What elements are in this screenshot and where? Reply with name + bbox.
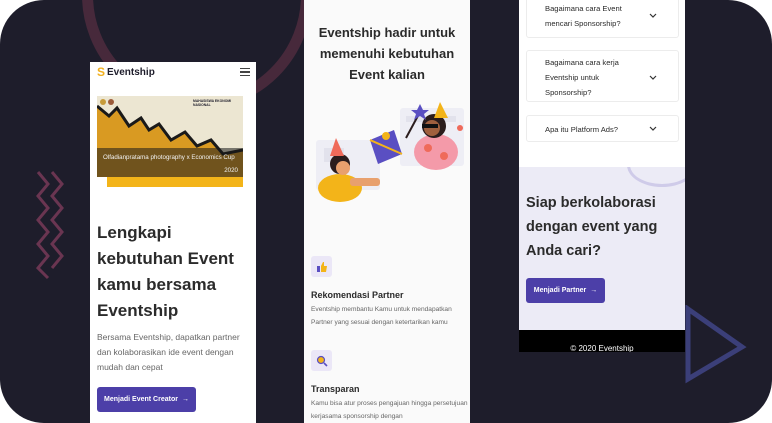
faq-item[interactable]: Bagaimana cara Event mencari Sponsorship… <box>526 0 679 38</box>
cta-heading: Siap berkolaborasi dengan event yang And… <box>526 195 658 259</box>
brand-logo[interactable]: S Eventship <box>97 65 155 79</box>
thumbs-up-icon <box>311 256 332 277</box>
card-badge: MAHASISWA EKONOMI NASIONAL <box>193 99 232 107</box>
event-photo <box>97 96 243 177</box>
event-creator-button-label: Menjadi Event Creator <box>104 396 178 403</box>
faq-item[interactable]: Apa itu Platform Ads? <box>526 115 679 142</box>
become-partner-button-label: Menjadi Partner <box>533 287 587 294</box>
feature-title-rekomendasi: Rekomendasi Partner <box>311 290 404 300</box>
cta-decoration <box>627 167 685 187</box>
feature-desc-rekomendasi: Eventship membantu Kamu untuk mendapatka… <box>311 306 452 326</box>
hero-title: Lengkapi kebutuhan Event kamu bersama Ev… <box>97 223 234 320</box>
cta-section: Siap berkolaborasi dengan event yang And… <box>519 167 685 330</box>
faq-item[interactable]: Bagaimana cara kerja Eventship untuk Spo… <box>526 50 679 102</box>
chevron-down-icon <box>649 126 657 131</box>
mobile-screen-features: Eventship hadir untuk memenuhi kebutuhan… <box>304 0 470 423</box>
chevron-down-icon <box>649 75 657 80</box>
party-illustration <box>316 102 464 202</box>
zigzag-decoration <box>35 171 64 280</box>
become-partner-button[interactable]: Menjadi Partner → <box>526 278 605 303</box>
event-creator-button[interactable]: Menjadi Event Creator → <box>97 387 196 412</box>
mobile-screen-hero: S Eventship MAHASISWA EKONOMI NASIONAL O… <box>90 62 256 423</box>
menu-icon[interactable] <box>240 68 250 76</box>
navbar: S Eventship <box>90 62 256 82</box>
copyright-text: © 2020 Eventship <box>570 344 634 352</box>
triangle-decoration <box>685 305 747 384</box>
footer: © 2020 Eventship <box>519 330 685 352</box>
chevron-down-icon <box>649 13 657 18</box>
feature-desc-transparan: Kamu bisa atur proses pengajuan hingga p… <box>311 400 468 420</box>
hero-description: Bersama Eventship, dapatkan partner dan … <box>97 332 240 372</box>
card-caption: Olfadianpratama photography x Economics … <box>103 154 235 161</box>
presentation-frame: S Eventship MAHASISWA EKONOMI NASIONAL O… <box>0 0 772 423</box>
event-card[interactable]: MAHASISWA EKONOMI NASIONAL Olfadianprata… <box>97 96 243 177</box>
faq-question: Bagaimana cara Event mencari Sponsorship… <box>545 4 622 28</box>
faq-question: Bagaimana cara kerja Eventship untuk Spo… <box>545 58 619 97</box>
brand-name: Eventship <box>107 66 155 78</box>
intro-heading: Eventship hadir untuk memenuhi kebutuhan… <box>318 25 456 82</box>
arrow-right-icon: → <box>181 396 189 403</box>
magnifier-icon <box>311 350 332 371</box>
arrow-right-icon: → <box>590 287 598 294</box>
card-year: 2020 <box>224 167 238 174</box>
faq-question: Apa itu Platform Ads? <box>545 125 619 134</box>
feature-title-transparan: Transparan <box>311 384 360 394</box>
mobile-screen-faq: Bagaimana cara Event mencari Sponsorship… <box>519 0 685 352</box>
logo-mark: S <box>97 65 106 79</box>
